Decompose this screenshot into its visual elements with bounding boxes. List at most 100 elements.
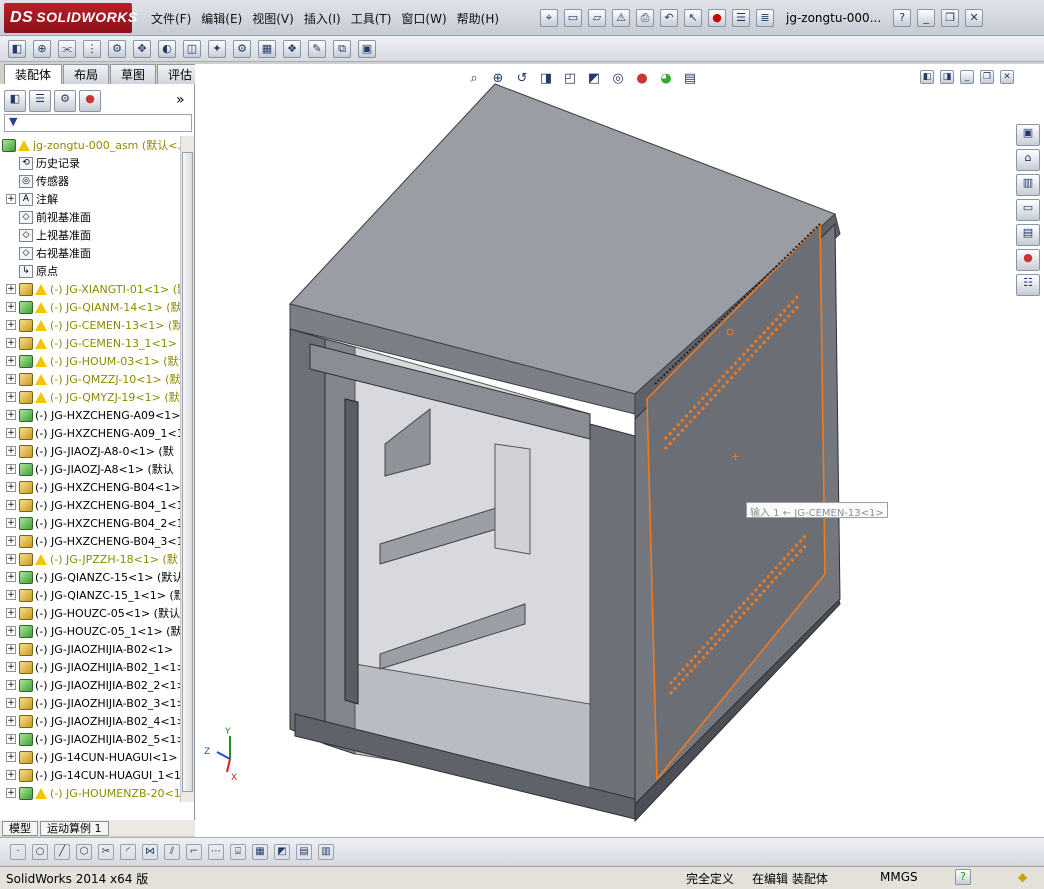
expand-toggle[interactable]: + — [6, 320, 16, 330]
tree-item-part[interactable]: + (-) JG-JIAOZHIJIA-B02_2<1> — [2, 676, 180, 694]
tree-item-part[interactable]: + (-) JG-JIAOZHIJIA-B02_4<1> — [2, 712, 180, 730]
tree-item-part[interactable]: + (-) JG-HXZCHENG-A09<1> ( — [2, 406, 180, 424]
menu-edit[interactable]: 编辑(E) — [196, 9, 247, 29]
tree-item-part[interactable]: + (-) JG-QIANM-14<1> (默 — [2, 298, 180, 316]
expand-toggle[interactable]: + — [6, 698, 16, 708]
expand-toggle[interactable]: + — [6, 518, 16, 528]
part-icon[interactable]: ◩ — [274, 843, 290, 860]
open-icon[interactable]: ▱ — [588, 9, 606, 27]
polygon-icon[interactable]: ⬡ — [76, 843, 92, 860]
design-library-icon[interactable]: ▥ — [1016, 174, 1040, 196]
tree-item-part[interactable]: + (-) JG-HOUM-03<1> (默认 — [2, 352, 180, 370]
doc-minimize-button[interactable]: _ — [960, 70, 974, 84]
corner-icon[interactable]: ⌐ — [186, 843, 202, 860]
graphics-area[interactable]: + Y Z X — [195, 64, 1044, 861]
show-hidden-icon[interactable]: ◐ — [158, 39, 176, 58]
expand-toggle[interactable]: + — [6, 572, 16, 582]
expand-toggle[interactable]: + — [6, 338, 16, 348]
expand-toggle[interactable]: + — [6, 608, 16, 618]
properties-icon[interactable]: ≣ — [756, 9, 774, 27]
tab-sketch[interactable]: 草图 — [110, 64, 157, 84]
expand-toggle[interactable]: + — [6, 392, 16, 402]
tree-filter[interactable]: ▼ — [4, 114, 192, 132]
point-icon[interactable]: · — [10, 843, 26, 860]
tree-item-part[interactable]: + (-) JG-JIAOZJ-A8-0<1> (默 — [2, 442, 180, 460]
status-rebuild-icon[interactable]: ◆ — [1018, 870, 1027, 884]
tree-item-part[interactable]: + (-) JG-JPZZH-18<1> (默 — [2, 550, 180, 568]
expand-toggle[interactable]: + — [6, 482, 16, 492]
expand-toggle[interactable]: + — [6, 662, 16, 672]
tree-item-part[interactable]: + (-) JG-QIANZC-15<1> (默认 — [2, 568, 180, 586]
view-settings-icon[interactable]: ▤ — [681, 71, 699, 89]
traffic-light-icon[interactable]: ● — [708, 9, 726, 27]
tree-root[interactable]: jg-zongtu-000_asm (默认<. — [2, 136, 180, 154]
expand-toggle[interactable]: + — [6, 464, 16, 474]
tree-item-part[interactable]: + (-) JG-JIAOZHIJIA-B02_5<1> — [2, 730, 180, 748]
tree-item-part[interactable]: + (-) JG-HXZCHENG-B04_2<1> — [2, 514, 180, 532]
menu-insert[interactable]: 插入(I) — [299, 9, 346, 29]
tree-item-part[interactable]: + (-) JG-HOUZC-05_1<1> (默 — [2, 622, 180, 640]
arc-icon[interactable]: ◜ — [120, 843, 136, 860]
rebuild-icon[interactable]: ⚠ — [612, 9, 630, 27]
expand-toggle[interactable]: + — [6, 644, 16, 654]
tree-item-part[interactable]: + (-) JG-JIAOZJ-A8<1> (默认 — [2, 460, 180, 478]
assembly-icon[interactable]: ◧ — [8, 39, 26, 58]
tree-item-fixed[interactable]: ◇ 前视基准面 — [2, 208, 180, 226]
exploded-view-icon[interactable]: ❖ — [283, 39, 301, 58]
zoom-area-icon[interactable]: ⊕ — [489, 71, 507, 89]
expand-toggle[interactable]: + — [6, 752, 16, 762]
table2-icon[interactable]: ▥ — [318, 843, 334, 860]
status-units[interactable]: MMGS — [880, 870, 918, 884]
sketch-line-icon[interactable]: ✎ — [308, 39, 326, 58]
help-button[interactable]: ? — [893, 9, 912, 27]
undo-icon[interactable]: ↶ — [660, 9, 678, 27]
move-icon[interactable]: ✥ — [133, 39, 151, 58]
tree-item-fixed[interactable]: ◇ 上视基准面 — [2, 226, 180, 244]
expand-toggle[interactable]: + — [6, 194, 16, 204]
expand-toggle[interactable]: + — [6, 680, 16, 690]
configurationmanager-icon[interactable]: ⚙ — [54, 90, 76, 112]
view-orientation-icon[interactable]: ◰ — [561, 71, 579, 89]
new-icon[interactable]: ▭ — [564, 9, 582, 27]
home-icon[interactable]: ⌂ — [1016, 149, 1040, 171]
featuremanager-icon[interactable]: ◧ — [4, 90, 26, 112]
solidworks-resources-icon[interactable]: ▣ — [1016, 124, 1040, 146]
custom-properties-icon[interactable]: ☷ — [1016, 274, 1040, 296]
insert-icon[interactable]: ⊕ — [33, 39, 51, 58]
options-icon[interactable]: ☰ — [732, 9, 750, 27]
interference-icon[interactable]: ⧉ — [333, 39, 351, 58]
select-icon[interactable]: ↖ — [684, 9, 702, 27]
assembly-features-icon[interactable]: ◫ — [183, 39, 201, 58]
smart-fastener-icon[interactable]: ⚙ — [108, 39, 126, 58]
tab-layout[interactable]: 布局 — [63, 64, 110, 84]
edit-appearance-icon[interactable]: ● — [633, 71, 651, 89]
line-icon[interactable]: ╱ — [54, 843, 70, 860]
close-button[interactable]: ✕ — [965, 9, 984, 27]
display-style-icon[interactable]: ◩ — [585, 71, 603, 89]
mate-icon[interactable]: ⫘ — [58, 39, 76, 58]
expand-toggle[interactable]: + — [6, 554, 16, 564]
tree-item-fixed[interactable]: + A 注解 — [2, 190, 180, 208]
menu-help[interactable]: 帮助(H) — [452, 9, 504, 29]
menu-tools[interactable]: 工具(T) — [346, 9, 397, 29]
tree-item-part[interactable]: + (-) JG-JIAOZHIJIA-B02_1<1> — [2, 658, 180, 676]
new-motion-icon[interactable]: ⚙ — [233, 39, 251, 58]
offset-icon[interactable]: ⫽ — [164, 843, 180, 860]
instant3d-icon[interactable]: ▣ — [358, 39, 376, 58]
tree-item-part[interactable]: + (-) JG-14CUN-HUAGUI_1<1> — [2, 766, 180, 784]
minimize-button[interactable]: _ — [917, 9, 936, 27]
previous-view-icon[interactable]: ↺ — [513, 71, 531, 89]
expand-toggle[interactable]: + — [6, 410, 16, 420]
tree-item-part[interactable]: + (-) JG-XIANGTI-01<1> (默 — [2, 280, 180, 298]
cabinet-model[interactable]: + Y Z X — [195, 64, 1044, 861]
tree-item-part[interactable]: + (-) JG-14CUN-HUAGUI<1> ( — [2, 748, 180, 766]
menu-file[interactable]: 文件(F) — [146, 9, 196, 29]
expand-toggle[interactable]: + — [6, 302, 16, 312]
tree-item-part[interactable]: + (-) JG-QMZZJ-10<1> (默 — [2, 370, 180, 388]
bill-icon[interactable]: ▦ — [258, 39, 276, 58]
file-explorer-icon[interactable]: ▭ — [1016, 199, 1040, 221]
tree-item-part[interactable]: + (-) JG-CEMEN-13_1<1> — [2, 334, 180, 352]
expand-toggle[interactable]: + — [6, 734, 16, 744]
displaymanager-icon[interactable]: ● — [79, 90, 101, 112]
construction-icon[interactable]: ⋯ — [208, 843, 224, 860]
